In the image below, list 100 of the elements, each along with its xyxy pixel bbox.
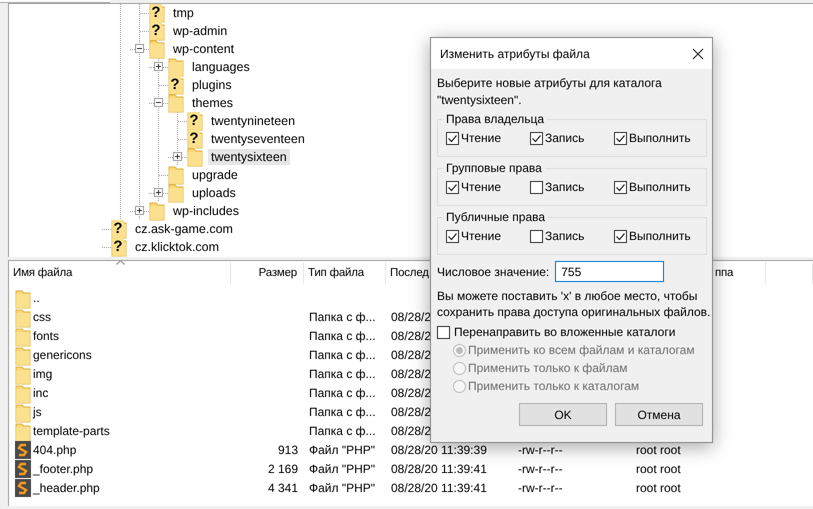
tree-item[interactable]: cz.ask-game.com [132, 221, 236, 237]
folder-icon [15, 288, 31, 306]
close-icon[interactable] [692, 48, 704, 60]
file-type: Папка с ф... [309, 348, 376, 362]
tree-item[interactable]: wp-admin [170, 23, 230, 39]
folder-icon [15, 326, 31, 344]
tree-item[interactable]: uploads [189, 185, 239, 201]
file-type: Файл "PHP" [309, 462, 376, 476]
collapse-button[interactable] [135, 44, 144, 53]
checkbox-label: Чтение [461, 229, 502, 243]
checkbox[interactable] [446, 230, 459, 242]
unknown-folder-icon: ? [111, 237, 127, 257]
expand-button[interactable] [154, 62, 163, 71]
file-type: Файл "PHP" [309, 480, 376, 494]
unknown-folder-icon: ? [149, 21, 165, 41]
column-header[interactable]: Тип файла [308, 267, 364, 279]
checkbox[interactable] [614, 230, 627, 242]
file-name[interactable]: .. [33, 290, 40, 304]
checkbox[interactable] [614, 132, 627, 144]
group-title: Права владельца [445, 112, 546, 126]
modified-date: 08/28/2 [391, 404, 432, 418]
radio-label: Применить только к файлам [468, 361, 628, 375]
file-type: Папка с ф... [309, 310, 376, 324]
file-name[interactable]: img [33, 366, 52, 380]
file-name[interactable]: inc [33, 386, 48, 400]
unknown-folder-icon: ? [168, 75, 184, 95]
tree-item[interactable]: plugins [189, 77, 235, 93]
file-owner: root root [636, 442, 681, 456]
expand-button[interactable] [135, 206, 144, 215]
tree-item[interactable]: twentyseventeen [208, 131, 308, 147]
tree-item[interactable]: wp-content [170, 41, 238, 57]
checkbox-label: Выполнить [629, 229, 691, 243]
file-size: 2 169 [268, 462, 298, 476]
radio-label: Применить ко всем файлам и каталогам [468, 343, 695, 357]
folder-icon [168, 93, 184, 113]
tree-item[interactable]: upgrade [189, 167, 241, 183]
checkbox[interactable] [530, 180, 543, 194]
checkbox[interactable] [446, 180, 459, 194]
folder-icon [149, 201, 165, 221]
file-type: Папка с ф... [309, 386, 376, 400]
cancel-button[interactable]: Отмена [615, 403, 703, 426]
checkbox[interactable] [614, 180, 627, 194]
checkbox[interactable] [437, 326, 450, 338]
checkbox-label: Чтение [461, 180, 502, 194]
file-name[interactable]: js [33, 404, 42, 418]
modified-date: 08/28/2 [391, 328, 432, 342]
unknown-folder-icon: ? [187, 129, 203, 149]
file-name[interactable]: css [33, 310, 51, 324]
unknown-folder-icon: ? [111, 219, 127, 239]
file-type: Папка с ф... [309, 404, 376, 418]
tree-item[interactable]: twentynineteen [208, 113, 298, 129]
file-permissions: -rw-r--r-- [518, 442, 563, 456]
file-name[interactable]: template-parts [33, 424, 110, 438]
expand-button[interactable] [173, 152, 182, 161]
tree-item[interactable]: themes [189, 95, 236, 111]
checkbox[interactable] [530, 230, 543, 242]
dialog-prompt: Выберите новые атрибуты для каталога "twentysixteen". [437, 75, 663, 109]
folder-icon [149, 39, 165, 59]
group-title: Групповые права [445, 161, 543, 175]
folder-icon [15, 422, 31, 440]
modified-date: 08/28/20 11:39:41 [391, 462, 487, 476]
file-name[interactable]: 404.php [33, 442, 76, 456]
file-size: 4 341 [268, 480, 298, 494]
tree-item[interactable]: cz.klicktok.com [132, 239, 222, 255]
modified-date: 08/28/20 11:39:41 [391, 480, 487, 494]
folder-icon [15, 364, 31, 382]
file-permissions: -rw-r--r-- [518, 480, 563, 494]
collapse-button[interactable] [154, 98, 163, 107]
folder-icon [15, 402, 31, 420]
column-header[interactable]: ппа [715, 267, 734, 279]
modified-date: 08/28/2 [391, 310, 432, 324]
checkbox[interactable] [446, 132, 459, 144]
folder-icon [15, 308, 31, 326]
file-name[interactable]: genericons [33, 348, 92, 362]
file-name[interactable]: _footer.php [33, 462, 94, 476]
column-header[interactable]: Размер [258, 267, 297, 279]
checkbox-label: Запись [545, 131, 584, 145]
group-title: Публичные права [445, 210, 546, 224]
expand-button[interactable] [154, 188, 163, 197]
folder-icon [15, 346, 31, 364]
checkbox[interactable] [530, 132, 543, 144]
column-header[interactable]: Послед [390, 267, 429, 279]
file-name[interactable]: fonts [33, 328, 60, 342]
tree-item[interactable]: languages [189, 59, 253, 75]
file-type: Файл "PHP" [309, 442, 376, 456]
file-owner: root root [636, 480, 681, 494]
modified-date: 08/28/20 11:39:39 [391, 442, 487, 456]
tree-item[interactable]: wp-includes [170, 203, 242, 219]
column-header[interactable]: Имя файла [13, 267, 72, 279]
radio-label: Применить только к каталогам [468, 379, 640, 393]
ok-button[interactable]: OK [519, 403, 607, 426]
numeric-value-field[interactable]: 755 [555, 261, 664, 282]
file-permissions: -rw-r--r-- [518, 462, 563, 476]
folder-icon [168, 183, 184, 203]
file-name[interactable]: _header.php [33, 480, 100, 494]
numeric-value-label: Числовое значение: [437, 264, 550, 278]
tree-item[interactable]: tmp [170, 5, 197, 21]
tree-item[interactable]: twentysixteen [208, 149, 290, 165]
folder-icon [168, 165, 184, 185]
checkbox-label: Выполнить [629, 131, 691, 145]
